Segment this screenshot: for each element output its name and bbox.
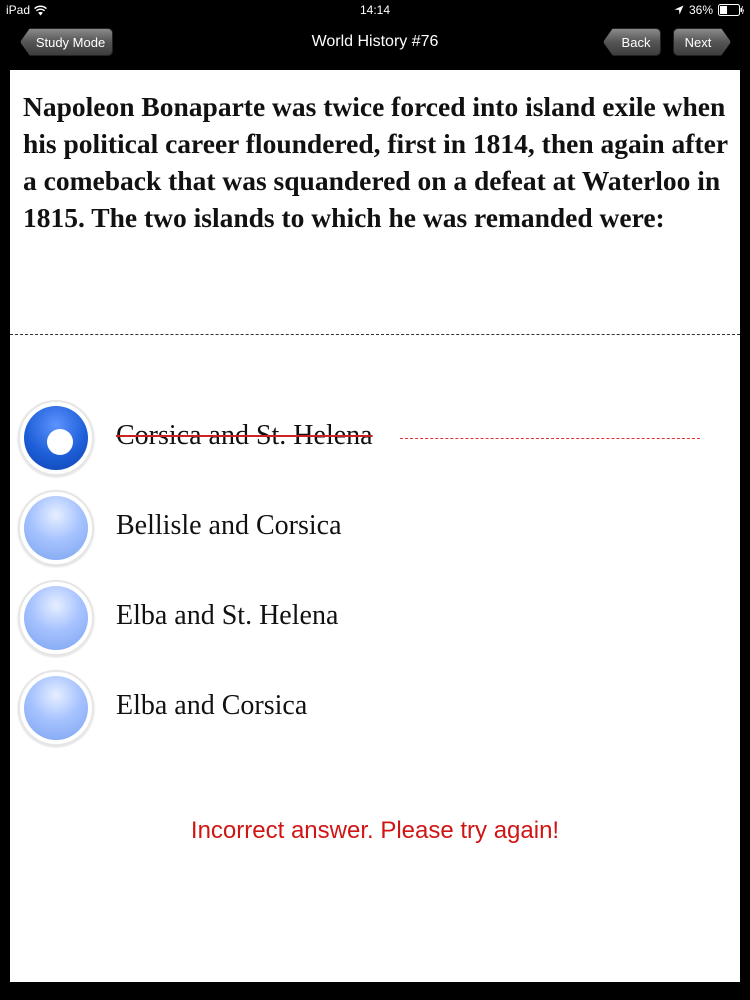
status-right: 36% xyxy=(674,3,744,17)
answer-label[interactable]: Bellisle and Corsica xyxy=(116,510,342,542)
radio-button[interactable] xyxy=(18,580,94,656)
battery-percent: 36% xyxy=(688,3,713,17)
status-time: 14:14 xyxy=(359,3,391,17)
radio-fill xyxy=(24,586,88,650)
radio-button[interactable] xyxy=(18,490,94,566)
radio-button-selected[interactable] xyxy=(18,400,94,476)
strike-line xyxy=(400,438,700,439)
radio-fill xyxy=(24,676,88,740)
answer-label[interactable]: Corsica and St. Helena xyxy=(116,420,373,452)
answer-option-3[interactable]: Elba and St. Helena xyxy=(18,580,718,660)
radio-fill xyxy=(24,496,88,560)
location-arrow-icon xyxy=(674,5,684,15)
next-button[interactable]: Next xyxy=(673,28,731,56)
question-divider xyxy=(10,334,740,335)
answer-option-4[interactable]: Elba and Corsica xyxy=(18,670,718,750)
question-text: Napoleon Bonaparte was twice forced into… xyxy=(23,91,728,233)
question-card: Napoleon Bonaparte was twice forced into… xyxy=(10,70,740,982)
answer-option-1[interactable]: Corsica and St. Helena xyxy=(18,400,718,480)
answer-option-2[interactable]: Bellisle and Corsica xyxy=(18,490,718,570)
radio-button[interactable] xyxy=(18,670,94,746)
navigation-bar: Study Mode World History #76 Back Next xyxy=(0,20,750,70)
radio-dot xyxy=(47,429,73,455)
battery-icon xyxy=(718,4,744,16)
answer-label[interactable]: Elba and St. Helena xyxy=(116,600,338,632)
radio-fill xyxy=(24,406,88,470)
answer-label[interactable]: Elba and Corsica xyxy=(116,690,307,722)
status-bar: iPad 14:14 36% xyxy=(0,0,750,20)
feedback-message: Incorrect answer. Please try again! xyxy=(190,817,560,844)
back-button[interactable]: Back xyxy=(603,28,661,56)
